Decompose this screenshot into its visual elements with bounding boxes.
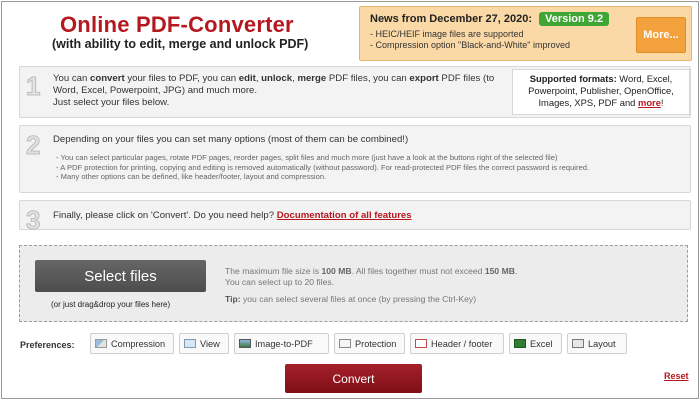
- list-item: A PDF protection for printing, copying a…: [56, 163, 589, 173]
- news-list: HEIC/HEIF image files are supported Comp…: [370, 29, 570, 51]
- convert-button[interactable]: Convert: [285, 364, 422, 393]
- page-title: Online PDF-Converter: [60, 12, 294, 37]
- page-subtitle: (with ability to edit, merge and unlock …: [52, 37, 309, 51]
- formats-label: Supported formats:: [529, 73, 617, 84]
- upload-dropzone[interactable]: Select files (or just drag&drop your fil…: [19, 245, 688, 322]
- step-1-number: 1: [25, 71, 41, 102]
- pref-header-footer-button[interactable]: Header / footer: [410, 333, 504, 354]
- pref-layout-button[interactable]: Layout: [567, 333, 627, 354]
- step-2-panel: 2 Depending on your files you can set ma…: [19, 125, 691, 193]
- image-icon: [239, 339, 251, 348]
- layout-icon: [572, 339, 584, 348]
- version-badge: Version 9.2: [539, 12, 610, 26]
- news-box: News from December 27, 2020: Version 9.2…: [359, 6, 692, 61]
- protection-icon: [339, 339, 351, 348]
- news-more-button[interactable]: More...: [636, 17, 686, 53]
- reset-link[interactable]: Reset: [664, 371, 689, 381]
- pref-view-button[interactable]: View: [179, 333, 229, 354]
- list-item: You can select particular pages, rotate …: [56, 153, 589, 163]
- preferences-label: Preferences:: [20, 340, 75, 350]
- drag-drop-hint: (or just drag&drop your files here): [51, 300, 171, 309]
- step-3-panel: 3 Finally, please click on 'Convert'. Do…: [19, 200, 691, 236]
- view-icon: [184, 339, 196, 348]
- pref-compression-button[interactable]: Compression: [90, 333, 174, 354]
- excel-icon: [514, 339, 526, 348]
- pref-image-to-pdf-button[interactable]: Image-to-PDF: [234, 333, 329, 354]
- step-2-text: Depending on your files you can set many…: [53, 134, 409, 145]
- header-footer-icon: [415, 339, 427, 348]
- step-1-panel: 1 You can convert your files to PDF, you…: [19, 66, 691, 118]
- step-1-text: You can convert your files to PDF, you c…: [53, 73, 495, 108]
- step-3-number: 3: [25, 205, 41, 236]
- upload-tip: Tip: you can select several files at onc…: [225, 294, 477, 304]
- list-item: Many other options can be defined, like …: [56, 172, 589, 182]
- documentation-link[interactable]: Documentation of all features: [277, 210, 412, 221]
- step-2-list: You can select particular pages, rotate …: [56, 153, 589, 182]
- news-item: HEIC/HEIF image files are supported: [370, 29, 570, 40]
- news-item: Compression option "Black-and-White" imp…: [370, 40, 570, 51]
- formats-more-link[interactable]: more: [638, 97, 661, 108]
- upload-limits: The maximum file size is 100 MB. All fil…: [225, 266, 518, 287]
- pref-excel-button[interactable]: Excel: [509, 333, 562, 354]
- supported-formats-box: Supported formats: Word, Excel, Powerpoi…: [512, 69, 690, 115]
- step-2-number: 2: [25, 130, 41, 161]
- step-3-text: Finally, please click on 'Convert'. Do y…: [53, 210, 412, 221]
- pref-protection-button[interactable]: Protection: [334, 333, 405, 354]
- news-title: News from December 27, 2020:: [370, 13, 533, 25]
- select-files-button[interactable]: Select files: [35, 260, 206, 292]
- compression-icon: [95, 339, 107, 348]
